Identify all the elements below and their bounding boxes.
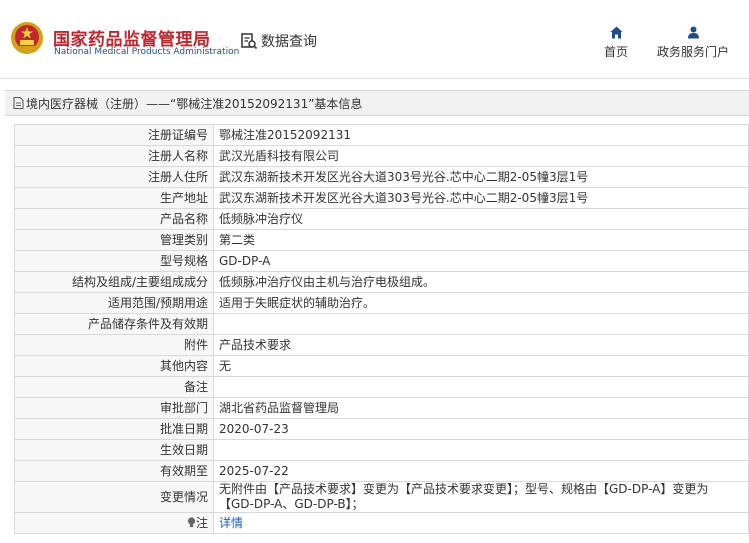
breadcrumb-text: 境内医疗器械（注册）——“鄂械注准20152092131”基本信息	[26, 96, 363, 111]
table-row: 型号规格 GD-DP-A	[14, 250, 749, 272]
row-value: 详情	[213, 512, 749, 534]
table-row: 审批部门 湖北省药品监督管理局	[14, 397, 749, 419]
row-value: 第二类	[213, 229, 749, 251]
table-row: 管理类别 第二类	[14, 229, 749, 251]
note-label-cell: 注	[14, 512, 214, 534]
row-label: 有效期至	[14, 460, 214, 482]
row-label: 注册证编号	[14, 124, 214, 146]
row-label: 附件	[14, 334, 214, 356]
row-label: 生产地址	[14, 187, 214, 209]
registration-info-table: 注册证编号 鄂械注准20152092131 注册人名称 武汉光盾科技有限公司 注…	[14, 124, 749, 534]
row-label: 型号规格	[14, 250, 214, 272]
row-label: 变更情况	[14, 481, 214, 513]
data-query-label: 数据查询	[261, 34, 317, 50]
row-value: GD-DP-A	[213, 250, 749, 272]
row-label: 审批部门	[14, 397, 214, 419]
nav-service-label: 政务服务门户	[656, 45, 729, 59]
table-row: 注册人住所 武汉东湖新技术开发区光谷大道303号光谷.芯中心二期2-05幢3层1…	[14, 166, 749, 188]
row-label: 生效日期	[14, 439, 214, 461]
row-value: 2020-07-23	[213, 418, 749, 440]
document-icon	[13, 97, 24, 109]
table-row: 注册人名称 武汉光盾科技有限公司	[14, 145, 749, 167]
nav-home[interactable]: 首页	[598, 26, 634, 60]
row-label: 其他内容	[14, 355, 214, 377]
row-value: 鄂械注准20152092131	[213, 124, 749, 146]
user-icon	[687, 26, 699, 39]
row-value: 武汉光盾科技有限公司	[213, 145, 749, 167]
row-label: 适用范围/预期用途	[14, 292, 214, 314]
details-link[interactable]: 详情	[219, 516, 243, 530]
table-row: 产品名称 低频脉冲治疗仪	[14, 208, 749, 230]
table-row: 注册证编号 鄂械注准20152092131	[14, 124, 749, 146]
row-value: 武汉东湖新技术开发区光谷大道303号光谷.芯中心二期2-05幢3层1号	[213, 166, 749, 188]
table-row: 批准日期 2020-07-23	[14, 418, 749, 440]
row-label: 产品储存条件及有效期	[14, 313, 214, 335]
row-value	[213, 313, 749, 335]
table-row: 附件 产品技术要求	[14, 334, 749, 356]
row-value: 无	[213, 355, 749, 377]
row-label: 批准日期	[14, 418, 214, 440]
brand-subtitle: National Medical Products Administration	[54, 47, 240, 57]
table-row: 其他内容 无	[14, 355, 749, 377]
table-row: 变更情况 无附件由【产品技术要求】变更为【产品技术要求变更】；型号、规格由【GD…	[14, 481, 749, 513]
row-label: 注	[195, 515, 208, 530]
row-label: 产品名称	[14, 208, 214, 230]
row-value	[213, 439, 749, 461]
nav-service-portal[interactable]: 政务服务门户	[654, 26, 732, 60]
breadcrumb: 境内医疗器械（注册）——“鄂械注准20152092131”基本信息	[5, 90, 749, 116]
home-icon	[610, 26, 622, 39]
row-value: 适用于失眠症状的辅助治疗。	[213, 292, 749, 314]
row-value: 湖北省药品监督管理局	[213, 397, 749, 419]
row-label: 备注	[14, 376, 214, 398]
row-label: 管理类别	[14, 229, 214, 251]
table-row: 注 详情	[14, 512, 749, 534]
table-row: 有效期至 2025-07-22	[14, 460, 749, 482]
emblem-icon	[11, 22, 43, 54]
row-label: 注册人住所	[14, 166, 214, 188]
table-row: 备注	[14, 376, 749, 398]
row-value: 低频脉冲治疗仪	[213, 208, 749, 230]
bulb-icon	[187, 516, 196, 527]
table-row: 适用范围/预期用途 适用于失眠症状的辅助治疗。	[14, 292, 749, 314]
row-value: 产品技术要求	[213, 334, 749, 356]
table-row: 结构及组成/主要组成成分 低频脉冲治疗仪由主机与治疗电极组成。	[14, 271, 749, 293]
table-row: 产品储存条件及有效期	[14, 313, 749, 335]
row-label: 注册人名称	[14, 145, 214, 167]
row-value: 低频脉冲治疗仪由主机与治疗电极组成。	[213, 271, 749, 293]
row-label: 结构及组成/主要组成成分	[14, 271, 214, 293]
row-value: 2025-07-22	[213, 460, 749, 482]
row-value: 无附件由【产品技术要求】变更为【产品技术要求变更】；型号、规格由【GD-DP-A…	[213, 481, 749, 513]
row-value: 武汉东湖新技术开发区光谷大道303号光谷.芯中心二期2-05幢3层1号	[213, 187, 749, 209]
top-header: 国家药品监督管理局 National Medical Products Admi…	[0, 0, 749, 79]
data-query-link[interactable]: 数据查询	[240, 31, 317, 51]
table-row: 生效日期	[14, 439, 749, 461]
search-doc-icon	[241, 33, 258, 50]
table-row: 生产地址 武汉东湖新技术开发区光谷大道303号光谷.芯中心二期2-05幢3层1号	[14, 187, 749, 209]
row-value	[213, 376, 749, 398]
nav-home-label: 首页	[603, 45, 628, 59]
